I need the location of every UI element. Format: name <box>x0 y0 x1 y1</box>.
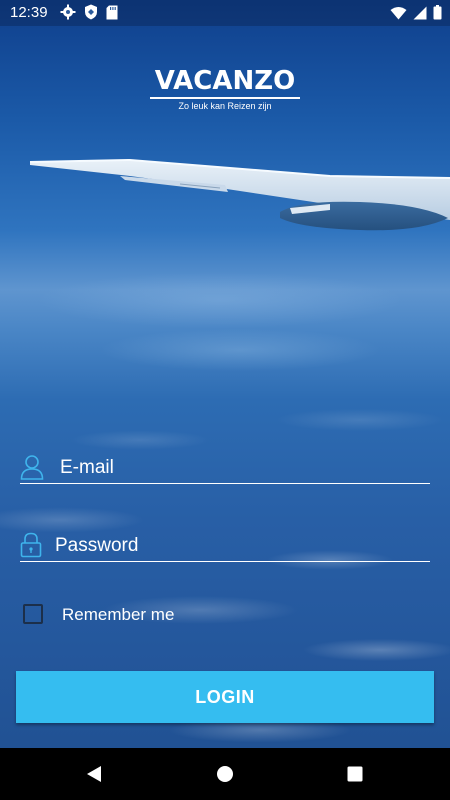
logo-underline <box>150 97 300 99</box>
app-logo: VACANZO Zo leuk kan Reizen zijn <box>150 66 300 112</box>
navigation-bar <box>0 748 450 800</box>
battery-icon <box>433 5 442 20</box>
logo-wordmark: VACANZO <box>154 66 296 96</box>
airplane-wing-image <box>29 158 450 231</box>
email-field[interactable]: E-mail <box>20 450 430 484</box>
remember-me-checkbox[interactable] <box>23 604 43 624</box>
signal-icon <box>413 6 427 20</box>
remember-me-label: Remember me <box>62 605 175 624</box>
login-button[interactable]: LOGIN <box>16 671 434 723</box>
back-icon[interactable] <box>84 764 104 784</box>
login-screen: 12:39 VACANZO Zo leuk kan Reizen zijn E-… <box>0 0 450 800</box>
email-placeholder: E-mail <box>60 457 114 478</box>
status-bar: 12:39 <box>0 0 450 26</box>
logo-tagline: Zo leuk kan Reizen zijn <box>178 101 272 111</box>
sd-card-icon <box>106 5 118 20</box>
lock-icon <box>20 532 44 558</box>
remember-me-row[interactable]: Remember me <box>23 604 174 624</box>
gear-icon <box>60 4 76 20</box>
password-field[interactable]: Password <box>20 528 430 562</box>
user-icon <box>20 454 44 480</box>
wifi-icon <box>390 6 407 20</box>
shield-icon <box>84 4 98 20</box>
recents-icon[interactable] <box>345 764 365 784</box>
status-time: 12:39 <box>10 4 48 21</box>
password-placeholder: Password <box>55 535 139 556</box>
home-icon[interactable] <box>215 764 235 784</box>
